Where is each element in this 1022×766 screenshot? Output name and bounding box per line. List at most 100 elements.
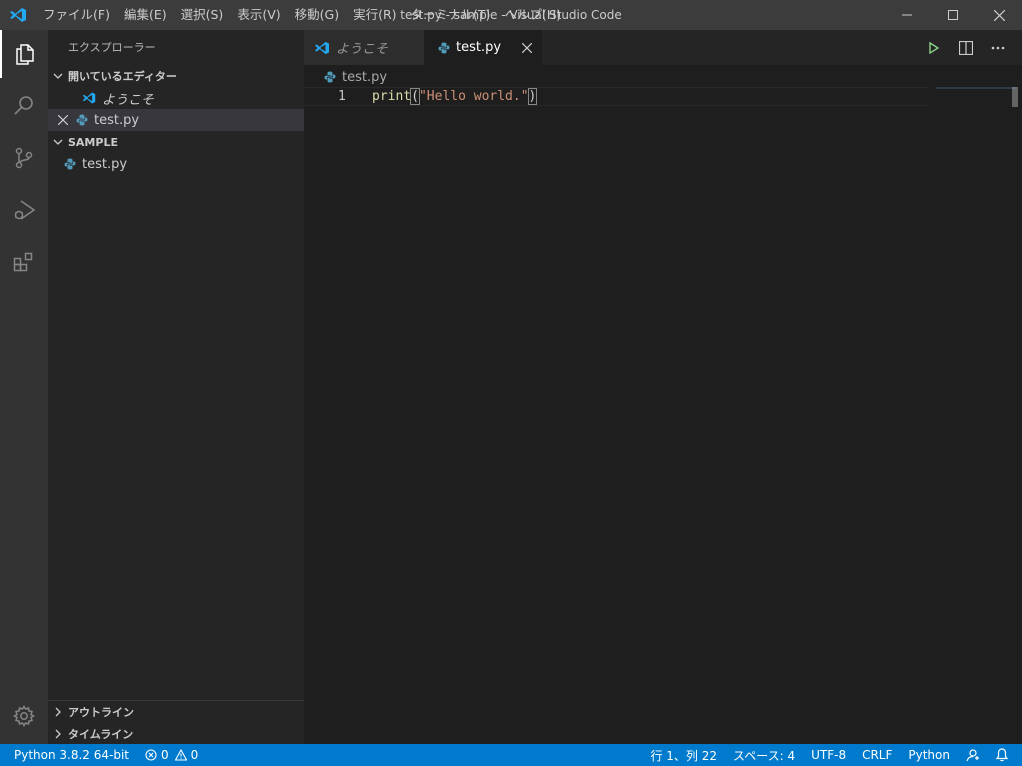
maximize-icon <box>948 10 958 20</box>
open-editors-label: 開いているエディター <box>68 70 177 83</box>
menu-file[interactable]: ファイル(F) <box>36 0 117 30</box>
python-interpreter[interactable]: Python 3.8.2 64-bit <box>0 744 137 766</box>
error-icon <box>145 749 157 761</box>
open-editor-item-welcome[interactable]: ようこそ <box>48 87 304 109</box>
code-paren-close: ) <box>527 88 538 105</box>
run-file-button[interactable] <box>918 30 950 65</box>
activity-bar <box>0 30 48 744</box>
run-debug-icon <box>14 200 36 220</box>
code-line[interactable]: print("Hello world.") <box>372 87 538 106</box>
scrollbar-thumb[interactable] <box>1012 87 1018 107</box>
status-bar: Python 3.8.2 64-bit 0 0 行 1、列 22 スペース: 4… <box>0 744 1022 766</box>
activity-run-debug[interactable] <box>0 186 48 234</box>
error-count: 0 <box>161 748 169 762</box>
editor-area: ようこそ test.py test.py 1 print("Hello worl… <box>304 30 1022 744</box>
open-editor-label: test.py <box>94 112 140 128</box>
search-icon <box>14 96 33 115</box>
chevron-down-icon <box>48 71 68 81</box>
tab-bar: ようこそ test.py <box>304 30 1022 65</box>
menu-run[interactable]: 実行(R) <box>346 0 403 30</box>
activity-extensions[interactable] <box>0 238 48 286</box>
split-editor-button[interactable] <box>950 30 982 65</box>
minimize-button[interactable] <box>884 0 930 30</box>
activity-search[interactable] <box>0 81 48 129</box>
python-icon <box>324 71 336 83</box>
split-editor-icon <box>959 40 973 55</box>
vscode-icon <box>82 92 96 104</box>
tab-label: ようこそ <box>336 42 389 57</box>
encoding[interactable]: UTF-8 <box>803 744 854 766</box>
file-label: test.py <box>82 156 128 172</box>
feedback-button[interactable] <box>958 744 988 766</box>
timeline-header[interactable]: タイムライン <box>48 723 304 745</box>
open-editor-label: ようこそ <box>102 92 155 108</box>
tab-test-py[interactable]: test.py <box>424 30 542 65</box>
vscode-logo-icon <box>10 8 26 22</box>
gear-icon <box>13 705 35 727</box>
folder-header[interactable]: SAMPLE <box>48 131 304 153</box>
line-endings[interactable]: CRLF <box>854 744 900 766</box>
tab-label: test.py <box>456 40 502 55</box>
outline-header[interactable]: アウトライン <box>48 701 304 723</box>
close-tab-button[interactable] <box>521 42 533 57</box>
chevron-down-icon <box>48 137 68 147</box>
more-actions-button[interactable] <box>982 30 1014 65</box>
explorer-sidebar: エクスプローラー 開いているエディター ようこそ test.py SAMPLE <box>48 30 304 744</box>
python-icon <box>64 158 76 170</box>
tab-welcome[interactable]: ようこそ <box>304 30 424 65</box>
explorer-icon <box>16 44 34 65</box>
menu-selection[interactable]: 選択(S) <box>174 0 231 30</box>
python-icon <box>438 42 450 53</box>
close-window-button[interactable] <box>976 0 1022 30</box>
menu-terminal[interactable]: ターミナル(T) <box>404 0 498 30</box>
notifications-button[interactable] <box>988 744 1022 766</box>
activity-manage[interactable] <box>0 692 48 740</box>
line-number: 1 <box>338 89 346 104</box>
breadcrumb[interactable]: test.py <box>324 67 387 87</box>
menu-help[interactable]: ヘルプ(H) <box>497 0 568 30</box>
code-function: print <box>372 89 412 104</box>
sidebar-bottom-sections: アウトライン タイムライン <box>48 700 304 744</box>
python-icon <box>76 114 88 126</box>
cursor-position[interactable]: 行 1、列 22 <box>642 744 725 766</box>
outline-label: アウトライン <box>68 706 134 719</box>
problems-indicator[interactable]: 0 0 <box>137 744 206 766</box>
run-icon <box>929 41 940 54</box>
vscode-icon <box>315 41 329 54</box>
ellipsis-icon <box>991 46 1005 49</box>
menu-go[interactable]: 移動(G) <box>288 0 346 30</box>
minimap[interactable] <box>936 87 1016 89</box>
close-editor-button[interactable] <box>48 115 68 125</box>
extensions-icon <box>13 252 33 272</box>
timeline-label: タイムライン <box>68 728 134 741</box>
menu-bar: ファイル(F) 編集(E) 選択(S) 表示(V) 移動(G) 実行(R) ター… <box>36 0 568 30</box>
minimize-icon <box>902 14 912 16</box>
close-icon <box>993 9 1005 21</box>
code-paren-open: ( <box>410 88 420 105</box>
bell-icon <box>996 748 1008 762</box>
close-icon <box>58 115 68 125</box>
title-bar: ファイル(F) 編集(E) 選択(S) 表示(V) 移動(G) 実行(R) ター… <box>0 0 1022 30</box>
breadcrumb-file: test.py <box>342 69 388 85</box>
open-editors-header[interactable]: 開いているエディター <box>48 65 304 87</box>
feedback-icon <box>966 749 979 762</box>
open-editor-item-test-py[interactable]: test.py <box>48 109 304 131</box>
language-mode[interactable]: Python <box>900 744 958 766</box>
menu-view[interactable]: 表示(V) <box>230 0 287 30</box>
source-control-icon <box>15 147 33 169</box>
warning-icon <box>174 749 187 761</box>
window-controls <box>884 0 1022 30</box>
folder-label: SAMPLE <box>68 135 118 149</box>
code-string: "Hello world." <box>418 89 529 104</box>
chevron-right-icon <box>48 707 68 717</box>
file-item-test-py[interactable]: test.py <box>48 153 304 175</box>
activity-source-control[interactable] <box>0 134 48 182</box>
maximize-button[interactable] <box>930 0 976 30</box>
warning-count: 0 <box>190 748 199 762</box>
indentation[interactable]: スペース: 4 <box>725 744 803 766</box>
sidebar-title: エクスプローラー <box>68 41 156 54</box>
close-icon <box>521 42 533 54</box>
menu-edit[interactable]: 編集(E) <box>117 0 174 30</box>
chevron-right-icon <box>48 729 68 739</box>
activity-explorer[interactable] <box>0 30 48 78</box>
